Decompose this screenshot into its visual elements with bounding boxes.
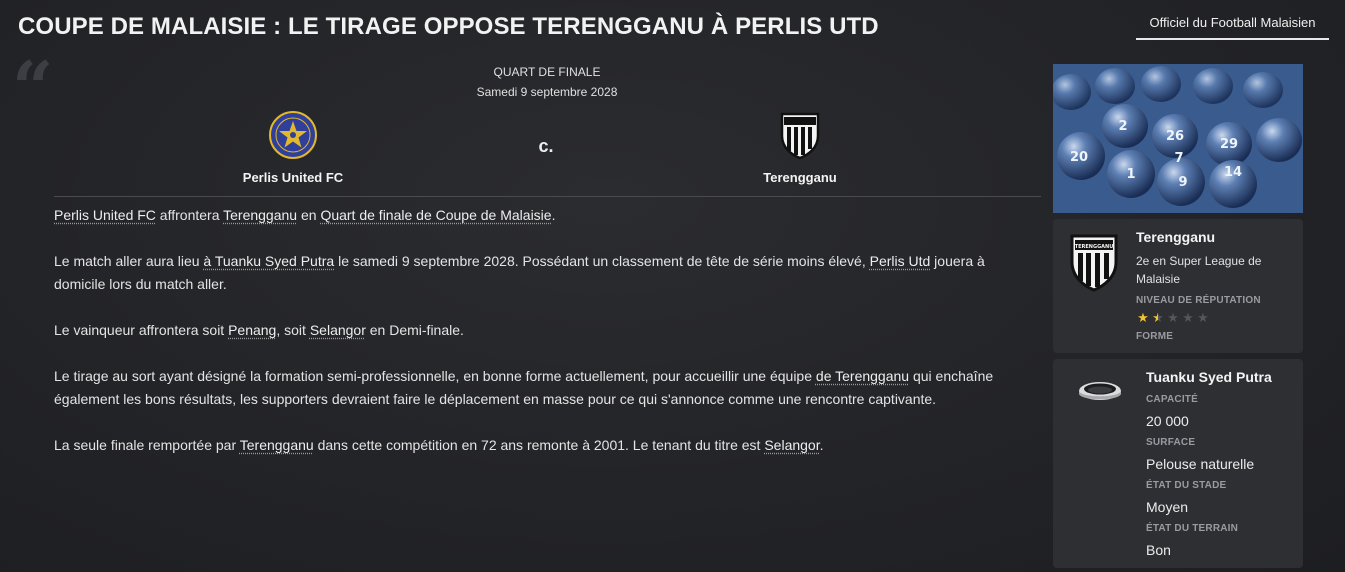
competition-round: QUART DE FINALE [493,65,601,79]
team-link-selangor[interactable]: Selangor [764,437,819,453]
ball-number: 2 [1118,119,1127,134]
ball-number: 1 [1126,167,1135,182]
competition-stage-link[interactable]: Quart de finale de Coupe de Malaisie [320,207,551,223]
terengganu-crest-icon: TERENGGANU [1070,234,1118,292]
terengganu-crest-icon [780,112,820,160]
team-link-terengganu[interactable]: Terengganu [223,207,297,223]
reputation-label: NIVEAU DE RÉPUTATION [1136,295,1261,306]
article-text: le samedi 9 septembre 2028. Possédant un… [334,253,870,269]
article-paragraph: Le match aller aura lieu à Tuanku Syed P… [54,250,1039,296]
quote-icon: “ [12,45,54,130]
article-paragraph: Le vainqueur affrontera soit Penang, soi… [54,319,1039,342]
article-text: La seule finale remportée par [54,437,240,453]
article-text: , soit [276,322,310,338]
article-text: Le match aller aura lieu [54,253,204,269]
home-team-name[interactable]: Perlis United FC [183,170,403,185]
capacity-value: 20 000 [1146,413,1189,429]
team-link-terengganu[interactable]: Terengganu [240,437,314,453]
news-headline: COUPE DE MALAISIE : LE TIRAGE OPPOSE TER… [18,13,879,40]
article-text: affrontera [155,207,224,223]
team-link-perlis-united[interactable]: Perlis United FC [54,207,156,223]
article-text: . [551,207,556,223]
match-date: Samedi 9 septembre 2028 [476,85,618,99]
team-link-perlis-utd[interactable]: Perlis Utd [870,253,931,269]
stadium-state-value: Moyen [1146,499,1189,515]
stadium-state-label: ÉTAT DU STADE [1146,480,1227,491]
crest-text: TERENGGANU [1075,244,1114,250]
capacity-label: CAPACITÉ [1146,394,1198,405]
reputation-star-icon: ★ [1197,310,1209,325]
reputation-star-icon: ★ [1182,310,1194,325]
club-info-card[interactable]: TERENGGANU Terengganu 2e en Super League… [1053,219,1303,353]
ball-number: 9 [1178,175,1187,190]
stadium-info-card[interactable]: Tuanku Syed Putra CAPACITÉ 20 000 SURFAC… [1053,359,1303,568]
draw-balls-image: 2 26 29 20 1 7 9 14 [1053,64,1303,213]
article-text: . [819,437,824,453]
article-paragraph: La seule finale remportée par Terengganu… [54,434,1039,457]
pitch-state-label: ÉTAT DU TERRAIN [1146,523,1239,534]
team-link-penang[interactable]: Penang [228,322,276,338]
article-text: en Demi-finale. [365,322,464,338]
home-team[interactable]: Perlis United FC [183,110,403,185]
reputation-star-icon: ★ [1167,310,1179,325]
source-tab[interactable]: Officiel du Football Malaisien [1136,10,1329,40]
article-text: en [297,207,321,223]
stadium-icon [1079,382,1121,400]
team-link-terengganu[interactable]: de Terengganu [816,368,909,384]
stadium-name[interactable]: Tuanku Syed Putra [1146,369,1272,385]
perlis-united-crest-icon [269,111,317,159]
surface-value: Pelouse naturelle [1146,456,1255,472]
article-paragraph: Perlis United FC affrontera Terengganu e… [54,204,1039,227]
article-text: Le tirage au sort ayant désigné la forma… [54,368,816,384]
form-label: FORME [1136,331,1174,342]
ball-number: 14 [1224,165,1242,180]
versus-label: c. [538,136,554,156]
pitch-state-value: Bon [1146,542,1171,558]
team-link-selangor[interactable]: Selangor [310,322,366,338]
section-divider [54,196,1041,197]
reputation-star-icon: ★ [1137,310,1149,325]
article-body: Perlis United FC affrontera Terengganu e… [54,204,1039,480]
club-league-position: 2e en Super League de Malaisie [1136,254,1262,286]
ball-number: 29 [1220,137,1238,152]
ball-number: 20 [1070,150,1088,165]
ball-number: 7 [1174,151,1183,166]
away-team-name[interactable]: Terengganu [690,170,910,185]
article-text: dans cette compétition en 72 ans remonte… [313,437,765,453]
ball-number: 26 [1166,129,1184,144]
reputation-star-icon: ★ [1152,310,1164,325]
article-text: Le vainqueur affrontera soit [54,322,229,338]
reputation-stars: ★ ★ ★ ★ ★ [1136,311,1210,324]
draw-photo: 2 26 29 20 1 7 9 14 [1053,64,1303,213]
stadium-link[interactable]: à Tuanku Syed Putra [203,253,334,269]
away-team[interactable]: Terengganu [690,110,910,185]
surface-label: SURFACE [1146,437,1196,448]
article-paragraph: Le tirage au sort ayant désigné la forma… [54,365,1039,411]
club-name[interactable]: Terengganu [1136,229,1215,245]
